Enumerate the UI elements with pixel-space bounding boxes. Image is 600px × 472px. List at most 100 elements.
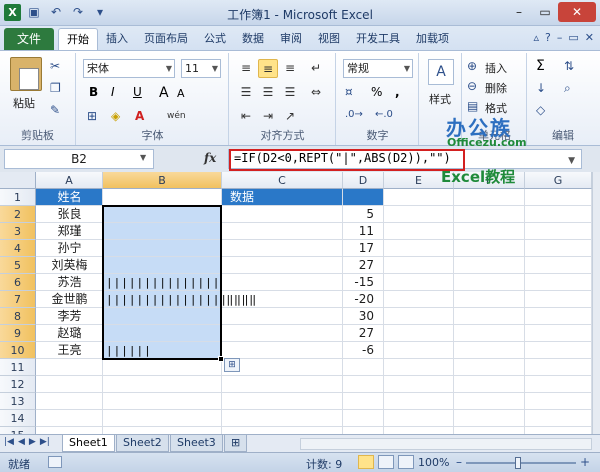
cell-name[interactable]: 王亮 — [36, 342, 103, 359]
tab-2[interactable]: 页面布局 — [136, 28, 196, 50]
cut-icon[interactable]: ✂ — [50, 59, 60, 73]
align-top-icon[interactable]: ≡ — [236, 59, 256, 78]
cell-value[interactable]: 5 — [343, 206, 384, 223]
styles-icon[interactable]: A — [428, 59, 454, 85]
cell-name[interactable]: 刘英梅 — [36, 257, 103, 274]
sheet-tab-sheet3[interactable]: Sheet3 — [170, 435, 223, 452]
autosum-button[interactable]: Σ — [536, 58, 545, 74]
delete-cells-button[interactable]: 删除 — [485, 80, 507, 96]
insert-sheet-icon[interactable]: ⊞ — [224, 435, 248, 452]
sheet-tab-sheet1[interactable]: Sheet1 — [62, 435, 115, 452]
cell-pos-bars[interactable]: |||| — [225, 291, 256, 308]
cell-name[interactable]: 李芳 — [36, 308, 103, 325]
row-header-14[interactable]: 14 — [0, 410, 36, 427]
row-header-7[interactable]: 7 — [0, 291, 36, 308]
row-header-2[interactable]: 2 — [0, 206, 36, 223]
align-bottom-icon[interactable]: ≡ — [280, 59, 300, 78]
merge-center-icon[interactable]: ⇔ — [306, 83, 326, 102]
row-header-8[interactable]: 8 — [0, 308, 36, 325]
format-painter-icon[interactable]: ✎ — [50, 103, 60, 117]
cell-a1[interactable]: 姓名 — [36, 189, 103, 206]
cell-value[interactable]: 27 — [343, 257, 384, 274]
styles-button-label[interactable]: 样式 — [429, 91, 451, 107]
zoom-in-icon[interactable]: + — [580, 455, 590, 469]
vertical-scrollbar[interactable] — [592, 172, 600, 434]
tab-6[interactable]: 视图 — [310, 28, 348, 50]
cell-value[interactable]: -15 — [343, 274, 384, 291]
row-header-13[interactable]: 13 — [0, 393, 36, 410]
doc-restore-icon[interactable]: ▭ — [568, 31, 578, 44]
last-sheet-icon[interactable]: ▶| — [40, 437, 50, 447]
cell-value[interactable]: -6 — [343, 342, 384, 359]
row-header-5[interactable]: 5 — [0, 257, 36, 274]
column-header-b[interactable]: B — [103, 172, 222, 189]
tab-file[interactable]: 文件 — [4, 28, 54, 50]
orientation-icon[interactable]: ↗ — [280, 107, 300, 126]
delete-cells-icon[interactable]: ⊖ — [467, 79, 477, 93]
zoom-slider-thumb[interactable] — [515, 457, 521, 469]
row-header-15[interactable]: 15 — [0, 427, 36, 434]
tab-1[interactable]: 插入 — [98, 28, 136, 50]
cell-value[interactable]: 27 — [343, 325, 384, 342]
fill-color-icon[interactable]: ◈ — [111, 109, 120, 123]
insert-cells-icon[interactable]: ⊕ — [467, 59, 477, 73]
phonetic-button[interactable]: wén — [167, 111, 186, 121]
sort-filter-icon[interactable]: ⇅ — [564, 59, 574, 73]
ribbon-minimize-icon[interactable]: ▵ — [534, 31, 540, 44]
horizontal-scrollbar[interactable] — [300, 438, 592, 450]
align-right-icon[interactable]: ☰ — [280, 83, 300, 102]
increase-indent-icon[interactable]: ⇥ — [258, 107, 278, 126]
help-icon[interactable]: ? — [545, 31, 551, 44]
column-header-a[interactable]: A — [36, 172, 103, 189]
clear-icon[interactable]: ◇ — [536, 103, 545, 117]
number-format-combo[interactable]: 常规 ▼ — [343, 59, 413, 78]
row-header-1[interactable]: 1 — [0, 189, 36, 206]
tab-0[interactable]: 开始 — [58, 28, 98, 50]
currency-icon[interactable]: ¤ — [345, 85, 353, 99]
chevron-down-icon[interactable]: ▼ — [140, 153, 146, 162]
prev-sheet-icon[interactable]: ◀ — [18, 437, 25, 447]
tab-7[interactable]: 开发工具 — [348, 28, 408, 50]
cell-value[interactable]: 11 — [343, 223, 384, 240]
increase-decimal-icon[interactable]: .0→ — [345, 109, 363, 120]
font-size-decrease-button[interactable]: A — [177, 87, 185, 100]
underline-button[interactable]: U — [133, 85, 142, 99]
cell-value[interactable]: -20 — [343, 291, 384, 308]
row-header-6[interactable]: 6 — [0, 274, 36, 291]
zoom-slider[interactable] — [466, 462, 576, 464]
insert-function-button[interactable]: fx — [204, 151, 216, 165]
cell-name[interactable]: 孙宁 — [36, 240, 103, 257]
align-middle-icon[interactable]: ≡ — [258, 59, 278, 78]
sheet-tab-sheet2[interactable]: Sheet2 — [116, 435, 169, 452]
doc-minimize-icon[interactable]: – — [557, 31, 563, 44]
decrease-decimal-icon[interactable]: ←.0 — [375, 109, 393, 120]
align-left-icon[interactable]: ☰ — [236, 83, 256, 102]
italic-button[interactable]: I — [111, 85, 115, 99]
page-break-view-icon[interactable] — [398, 455, 414, 469]
tab-8[interactable]: 加载项 — [408, 28, 457, 50]
close-icon[interactable]: ✕ — [558, 2, 596, 22]
maximize-icon[interactable]: ▭ — [532, 2, 558, 22]
copy-icon[interactable]: ❐ — [50, 81, 61, 95]
paste-button-label[interactable]: 粘贴 — [13, 95, 35, 111]
cell-c1[interactable]: 数据 — [230, 189, 254, 206]
cell-name[interactable]: 赵璐 — [36, 325, 103, 342]
cell-name[interactable]: 苏浩 — [36, 274, 103, 291]
row-header-4[interactable]: 4 — [0, 240, 36, 257]
font-name-combo[interactable]: 宋体 ▼ — [83, 59, 175, 78]
decrease-indent-icon[interactable]: ⇤ — [236, 107, 256, 126]
align-center-icon[interactable]: ☰ — [258, 83, 278, 102]
row-header-10[interactable]: 10 — [0, 342, 36, 359]
macro-record-icon[interactable] — [48, 456, 62, 468]
doc-close-icon[interactable]: ✕ — [585, 31, 594, 44]
row-header-11[interactable]: 11 — [0, 359, 36, 376]
find-select-icon[interactable]: ⌕ — [564, 81, 571, 96]
font-size-combo[interactable]: 11 ▼ — [181, 59, 221, 78]
tab-4[interactable]: 数据 — [234, 28, 272, 50]
cell-name[interactable]: 金世鹏 — [36, 291, 103, 308]
next-sheet-icon[interactable]: ▶ — [29, 437, 36, 447]
percent-button[interactable]: % — [371, 85, 382, 99]
cell-value[interactable]: 30 — [343, 308, 384, 325]
bold-button[interactable]: B — [89, 85, 98, 99]
zoom-out-icon[interactable]: – — [456, 455, 462, 469]
